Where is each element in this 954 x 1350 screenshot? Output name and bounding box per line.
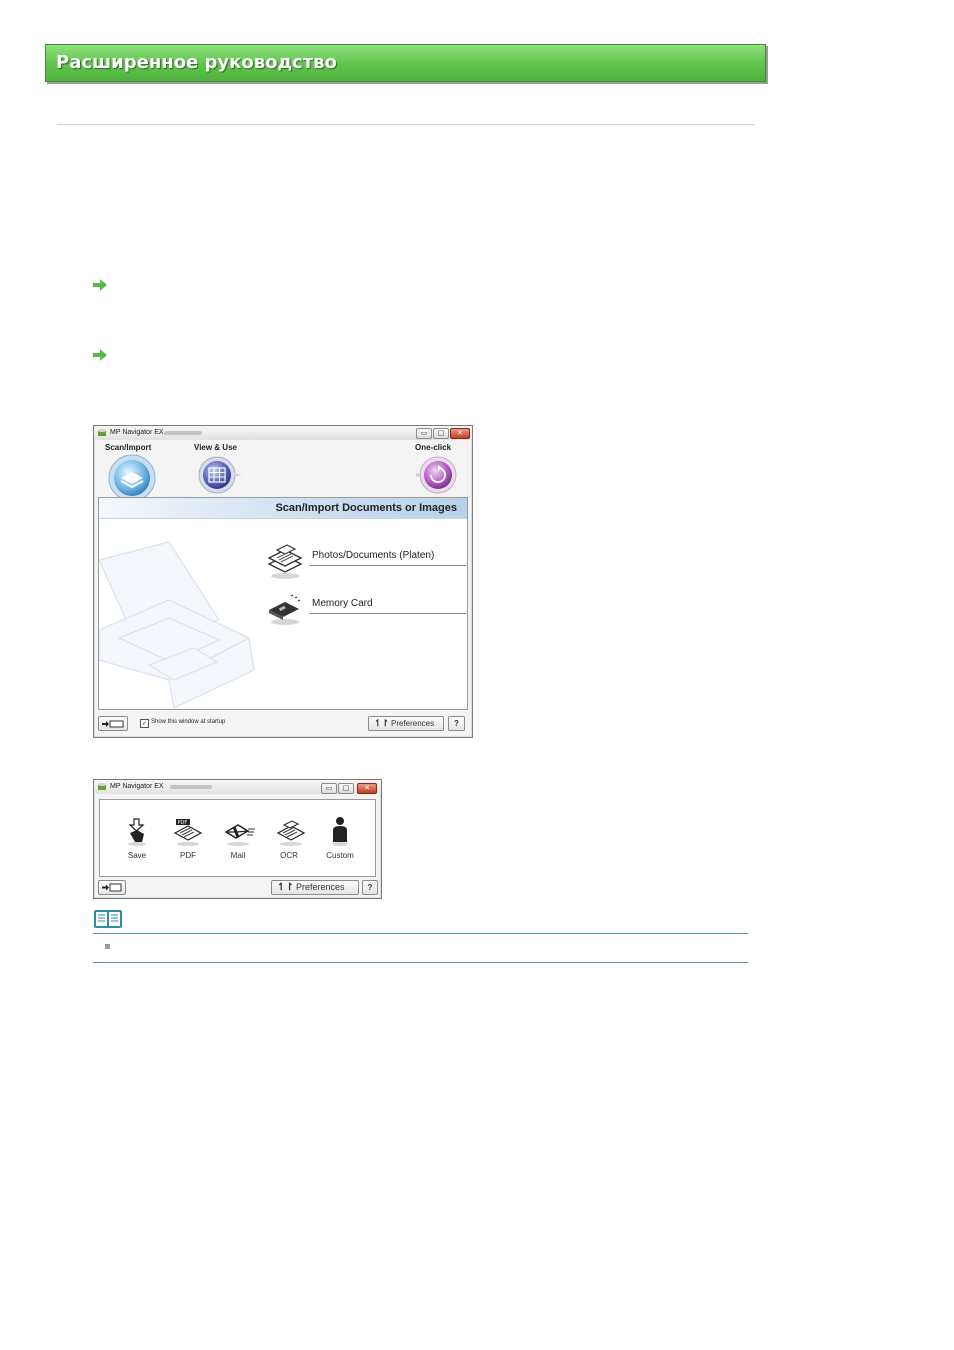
- tab-scan-import[interactable]: Scan/Import: [105, 443, 151, 452]
- minimize-button[interactable]: ▭: [416, 428, 432, 439]
- switch-mode-icon: [102, 883, 122, 892]
- help-button[interactable]: ?: [362, 880, 378, 895]
- panel-header: Scan/Import Documents or Images: [99, 498, 467, 519]
- tab-one-click[interactable]: One-click: [415, 443, 451, 452]
- memory-card-icon[interactable]: [265, 590, 305, 626]
- header-banner: Расширенное руководство: [45, 44, 766, 82]
- note-divider: [93, 962, 748, 963]
- app-icon: [98, 783, 106, 790]
- window-title: MP Navigator EX: [110, 429, 164, 436]
- preferences-button[interactable]: ↿↾ Preferences: [368, 716, 444, 731]
- mp-navigator-mini-window: MP Navigator EX ▭ □ ✕ Save PDF PDF Mail …: [93, 779, 382, 899]
- switch-mode-icon: [102, 720, 124, 728]
- preferences-icon: ↿↾: [374, 718, 390, 728]
- show-at-startup-checkbox[interactable]: ✓: [140, 719, 149, 728]
- save-label[interactable]: Save: [117, 851, 157, 860]
- close-button[interactable]: ✕: [357, 783, 377, 794]
- close-button[interactable]: ✕: [450, 428, 470, 439]
- custom-label[interactable]: Custom: [320, 851, 360, 860]
- switch-mode-button[interactable]: [98, 716, 128, 731]
- ocr-label[interactable]: OCR: [269, 851, 309, 860]
- scan-documents-icon[interactable]: [265, 540, 305, 580]
- minimize-button[interactable]: ▭: [321, 783, 337, 794]
- maximize-button[interactable]: □: [338, 783, 354, 794]
- note-divider: [93, 933, 748, 934]
- ocr-icon[interactable]: [276, 818, 306, 846]
- note-bullet: [105, 944, 110, 949]
- scan-import-panel: Scan/Import Documents or Images Photos/D…: [98, 497, 468, 710]
- mail-icon[interactable]: [224, 820, 256, 846]
- title-bar: MP Navigator EX ▭ □ ✕: [94, 426, 472, 440]
- preferences-button[interactable]: ↿↾ Preferences: [271, 880, 359, 895]
- memory-card-link[interactable]: Memory Card: [312, 598, 373, 609]
- page-title: Расширенное руководство: [56, 52, 337, 73]
- preferences-label: Preferences: [391, 719, 435, 728]
- tab-view-use[interactable]: View & Use: [194, 443, 237, 452]
- app-icon: [98, 429, 106, 436]
- preferences-label: Preferences: [296, 882, 345, 892]
- preferences-icon: ↿↾: [277, 882, 294, 893]
- view-use-icon[interactable]: [198, 456, 246, 494]
- divider: [57, 124, 755, 125]
- note-book-icon: [94, 910, 122, 928]
- title-bar: MP Navigator EX ▭ □ ✕: [94, 780, 381, 794]
- one-click-tools-panel: Save PDF PDF Mail OCR Custom: [99, 799, 376, 877]
- switch-mode-button[interactable]: [98, 880, 126, 895]
- panel-title: Scan/Import Documents or Images: [275, 502, 457, 514]
- custom-icon[interactable]: [330, 816, 350, 846]
- link-arrow-icon[interactable]: [93, 349, 107, 361]
- help-button[interactable]: ?: [448, 716, 465, 731]
- mp-navigator-main-window: MP Navigator EX ▭ □ ✕ Scan/Import View &…: [93, 425, 473, 738]
- maximize-button[interactable]: □: [433, 428, 449, 439]
- scanner-illustration: [99, 541, 255, 708]
- one-click-icon[interactable]: [412, 456, 460, 494]
- show-at-startup-label: Show this window at startup: [151, 719, 226, 725]
- save-icon[interactable]: [125, 818, 149, 846]
- photos-documents-platen-link[interactable]: Photos/Documents (Platen): [312, 550, 434, 561]
- mail-label[interactable]: Mail: [218, 851, 258, 860]
- link-arrow-icon[interactable]: [93, 279, 107, 291]
- window-title: MP Navigator EX: [110, 783, 164, 790]
- pdf-label[interactable]: PDF: [168, 851, 208, 860]
- svg-text:PDF: PDF: [178, 820, 188, 826]
- pdf-icon[interactable]: PDF: [173, 818, 203, 846]
